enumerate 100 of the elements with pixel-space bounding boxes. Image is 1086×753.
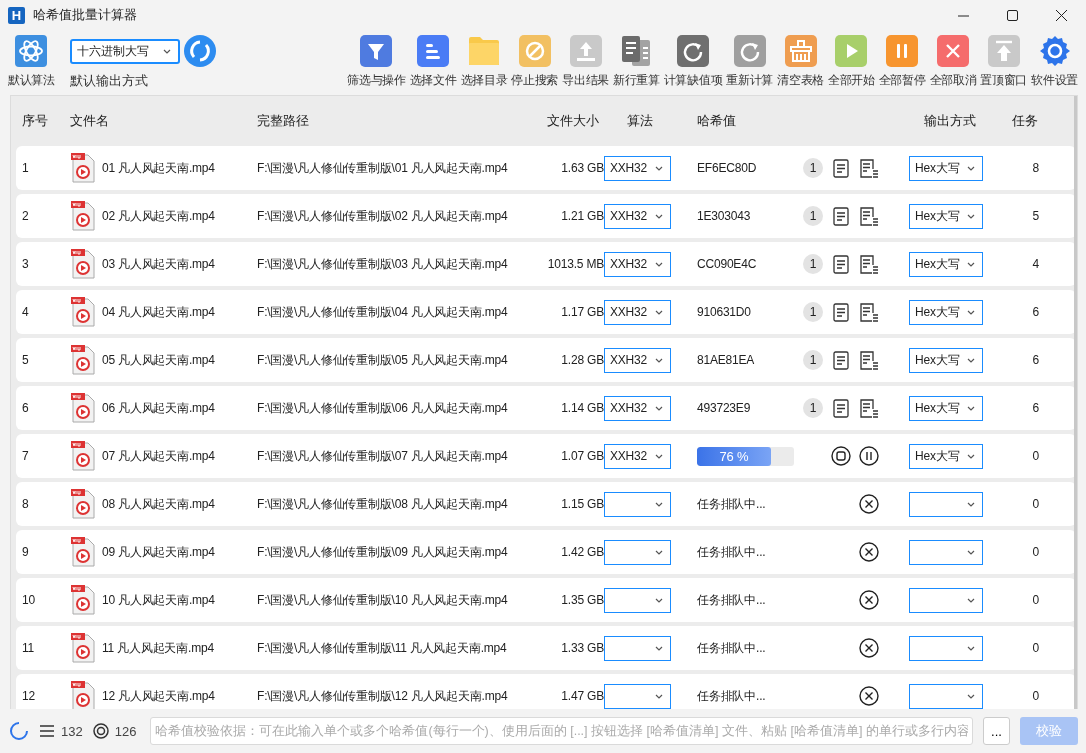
count-badge: 1 [803,206,823,226]
algorithm-button[interactable]: 默认算法 [8,35,55,88]
column-header[interactable]: 任务 [1012,112,1039,130]
table-cell-text: F:\国漫\凡人修仙传重制版\10 凡人风起天南.mp4 [257,591,509,609]
dropdown[interactable]: Hex大写 [909,443,983,469]
table-cell-text: 3 [22,257,30,271]
column-header[interactable]: 文件大小 [527,112,604,130]
dropdown[interactable]: XXH32 [604,155,671,181]
toolbar-button[interactable]: 停止搜索 [511,35,559,88]
table-row[interactable]: 1 01 凡人风起天南.mp4 F:\国漫\凡人修仙传重制版\01 凡人风起天南.mp4 1.63 GB XXH32 EF6EC80D 1 Hex大写 8 [16,146,1076,190]
toolbar-button[interactable]: 置顶窗口 [980,35,1028,88]
dropdown[interactable]: Hex大写 [909,251,983,277]
target-icon [92,723,109,739]
video-file-icon [70,584,95,616]
caret-icon [654,404,664,412]
table-row[interactable]: 12 12 凡人风起天南.mp4 F:\国漫\凡人修仙传重制版\12 凡人风起天南.mp4 1.47 GB 任务排队中... 0 [16,674,1076,709]
dropdown[interactable] [909,491,983,517]
dropdown[interactable]: 十六进制大写 [69,38,180,64]
documents-icon [620,35,653,67]
dropdown[interactable] [909,539,983,565]
table-row[interactable]: 9 09 凡人风起天南.mp4 F:\国漫\凡人修仙传重制版\09 凡人风起天南.mp4 1.42 GB 任务排队中... 0 [16,530,1076,574]
table-row[interactable]: 2 02 凡人风起天南.mp4 F:\国漫\凡人修仙传重制版\02 凡人风起天南.mp4 1.21 GB XXH32 1E303043 1 Hex大写 5 [16,194,1076,238]
table-cell-text: 0 [1031,497,1039,511]
toolbar-button[interactable]: 选择目录 [460,35,508,88]
file-name: 05 凡人风起天南.mp4 [102,351,215,369]
column-header[interactable]: 输出方式 [909,112,1012,130]
stop-icon [831,446,851,466]
table-row[interactable]: 4 04 凡人风起天南.mp4 F:\国漫\凡人修仙传重制版\04 凡人风起天南.mp4 1.17 GB XXH32 910631D0 1 Hex大写 6 [16,290,1076,334]
table-cell-text: 0 [1031,641,1039,655]
dropdown[interactable]: XXH32 [604,203,671,229]
column-header[interactable]: 序号 [22,112,70,130]
caret-icon [966,212,976,220]
table-cell-text: 1 [22,161,30,175]
video-file-icon [70,392,95,424]
table-cell-text: 1.35 GB [560,593,604,607]
dropdown[interactable] [604,539,671,565]
table-cell-text: 1013.5 MB [546,257,604,271]
dropdown[interactable]: XXH32 [604,299,671,325]
toolbar-button[interactable]: 计算缺值项 [663,35,723,88]
toolbar-button[interactable]: 全部开始 [827,35,875,88]
dropdown[interactable]: XXH32 [604,395,671,421]
dropdown[interactable]: XXH32 [604,443,671,469]
table-cell-text: 2 [22,209,30,223]
toolbar-button[interactable]: 导出结果 [562,35,609,88]
dropdown[interactable]: Hex大写 [909,299,983,325]
window-title: 哈希值批量计算器 [33,6,137,24]
table-cell-text: 8 [1031,161,1039,175]
toolbar-button[interactable]: 全部暂停 [878,35,926,88]
toolbar-button[interactable]: 重新计算 [726,35,774,88]
table-row[interactable]: 11 11 凡人风起天南.mp4 F:\国漫\凡人修仙传重制版\11 凡人风起天南.mp4 1.33 GB 任务排队中... 0 [16,626,1076,670]
column-header[interactable]: 算法 [604,112,697,130]
table-cell-text: F:\国漫\凡人修仙传重制版\05 凡人风起天南.mp4 [257,351,509,369]
play-icon [835,35,868,67]
document-list-icon [859,398,878,418]
video-file-icon [70,536,95,568]
status-text: 任务排队中... [697,640,766,655]
dropdown[interactable] [909,683,983,709]
document-icon [833,254,849,274]
toolbar-button[interactable]: 筛选与操作 [347,35,406,88]
table-cell-text: 1.15 GB [560,497,604,511]
video-file-icon [70,248,95,280]
column-header[interactable]: 哈希值 [697,112,803,130]
dropdown[interactable] [604,635,671,661]
toolbar-button[interactable]: 软件设置 [1031,35,1078,88]
dropdown[interactable]: XXH32 [604,251,671,277]
settings-icon [1038,35,1071,67]
dropdown[interactable] [909,587,983,613]
total-count: 132 [61,723,83,739]
dropdown[interactable] [604,491,671,517]
column-header[interactable]: 文件名 [70,112,257,130]
document-icon [833,158,849,178]
toolbar-button[interactable]: 选择文件 [409,35,457,88]
table-cell-text: 1.28 GB [560,353,604,367]
cancel-icon [859,686,879,706]
table-row[interactable]: 3 03 凡人风起天南.mp4 F:\国漫\凡人修仙传重制版\03 凡人风起天南.mp4 1013.5 MB XXH32 CC090E4C 1 Hex大写 4 [16,242,1076,286]
browse-button[interactable]: ... [983,717,1010,745]
table-row[interactable]: 7 07 凡人风起天南.mp4 F:\国漫\凡人修仙传重制版\07 凡人风起天南.mp4 1.07 GB XXH32 76 % Hex大写 0 [16,434,1076,478]
table-cell-text: F:\国漫\凡人修仙传重制版\07 凡人风起天南.mp4 [257,447,509,465]
dropdown[interactable] [604,683,671,709]
video-file-icon [70,632,95,664]
dropdown[interactable] [909,635,983,661]
dropdown[interactable] [604,587,671,613]
table-cell-text: 1.47 GB [560,689,604,703]
dropdown[interactable]: Hex大写 [909,203,983,229]
column-header[interactable]: 完整路径 [257,112,527,130]
app-logo: H [8,6,25,24]
dropdown[interactable]: Hex大写 [909,347,983,373]
table-row[interactable]: 8 08 凡人风起天南.mp4 F:\国漫\凡人修仙传重制版\08 凡人风起天南.mp4 1.15 GB 任务排队中... 0 [16,482,1076,526]
table-cell-text: 5 [1031,209,1039,223]
toolbar-button[interactable]: 清空表格 [777,35,824,88]
table-cell-text: 6 [22,401,30,415]
dropdown[interactable]: Hex大写 [909,395,983,421]
dropdown[interactable]: XXH32 [604,347,671,373]
video-file-icon [70,344,95,376]
table-row[interactable]: 10 10 凡人风起天南.mp4 F:\国漫\凡人修仙传重制版\10 凡人风起天南.mp4 1.35 GB 任务排队中... 0 [16,578,1076,622]
table-row[interactable]: 5 05 凡人风起天南.mp4 F:\国漫\凡人修仙传重制版\05 凡人风起天南.mp4 1.28 GB XXH32 81AE81EA 1 Hex大写 6 [16,338,1076,382]
toolbar-button[interactable]: 新行重算 [613,35,660,88]
toolbar-button[interactable]: 全部取消 [929,35,977,88]
table-row[interactable]: 6 06 凡人风起天南.mp4 F:\国漫\凡人修仙传重制版\06 凡人风起天南.mp4 1.14 GB XXH32 493723E9 1 Hex大写 6 [16,386,1076,430]
dropdown[interactable]: Hex大写 [909,155,983,181]
